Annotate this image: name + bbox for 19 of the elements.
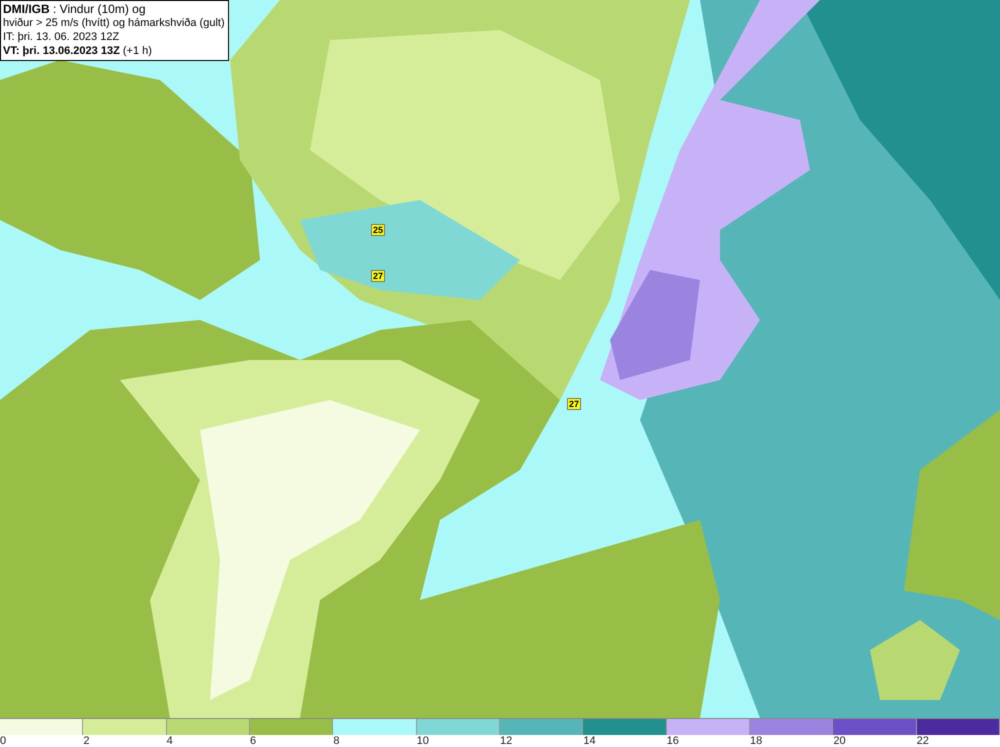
legend-tick-label: 0 — [0, 735, 6, 747]
gust-label: 25 — [371, 224, 385, 236]
legend-tick-label: 20 — [833, 735, 846, 747]
legend-tick-label: 22 — [916, 735, 929, 747]
legend-tick-label: 18 — [750, 735, 762, 747]
legend-tick-label: 2 — [83, 735, 90, 747]
legend-tick-label: 10 — [416, 735, 429, 747]
gust-label: 27 — [567, 398, 581, 410]
legend-tick-label: 12 — [500, 735, 512, 747]
legend-tick-label: 8 — [333, 735, 340, 747]
caption-line: VT: þri. 13.06.2023 13Z (+1 h) — [3, 44, 153, 58]
caption-line: IT: þri. 13. 06. 2023 12Z — [3, 30, 120, 44]
legend-tick-label: 4 — [166, 735, 173, 747]
caption-line: DMI/IGB : Vindur (10m) og — [3, 2, 146, 16]
legend-tick-label: 16 — [666, 735, 679, 747]
caption-line: hviður > 25 m/s (hvítt) og hámarkshviða (gult) — [3, 16, 225, 30]
legend-tick-label: 14 — [583, 735, 596, 747]
gust-label: 27 — [371, 270, 385, 282]
legend-tick-label: 6 — [250, 735, 256, 747]
